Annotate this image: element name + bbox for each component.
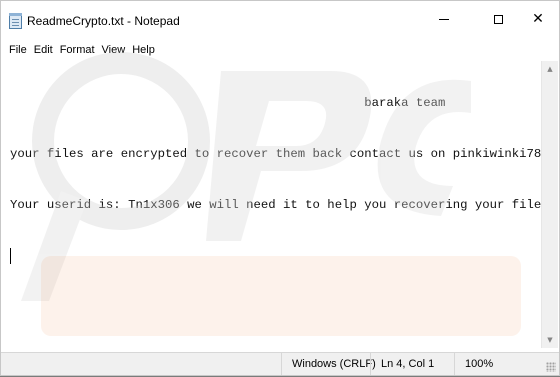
- menu-bar: File Edit Format View Help: [1, 39, 559, 61]
- text-editor-area[interactable]: baraka team your files are encrypted to …: [2, 61, 542, 348]
- menu-edit[interactable]: Edit: [31, 44, 56, 56]
- minimize-icon: [439, 18, 449, 20]
- status-blank: [1, 353, 281, 375]
- menu-help[interactable]: Help: [129, 44, 158, 56]
- window-title: ReadmeCrypto.txt - Notepad: [27, 14, 180, 28]
- editor-line-current: [10, 248, 542, 265]
- status-bar: Windows (CRLF) Ln 4, Col 1 100%: [1, 352, 559, 375]
- editor-line: baraka team: [10, 96, 446, 110]
- menu-format[interactable]: Format: [57, 44, 98, 56]
- status-zoom: 100%: [454, 353, 541, 375]
- text-caret: [10, 248, 11, 264]
- editor-line: Your userid is: Tn1x306 we will need it …: [10, 198, 542, 212]
- status-line-ending: Windows (CRLF): [281, 353, 376, 375]
- title-bar[interactable]: ReadmeCrypto.txt - Notepad ✕: [1, 1, 559, 39]
- notepad-window: ReadmeCrypto.txt - Notepad ✕ File Edit F…: [0, 0, 560, 376]
- scroll-down-icon[interactable]: ▼: [542, 332, 558, 348]
- scroll-up-icon[interactable]: ▲: [542, 61, 558, 77]
- status-cursor-position: Ln 4, Col 1: [370, 353, 454, 375]
- minimize-button[interactable]: [421, 1, 467, 37]
- menu-file[interactable]: File: [6, 44, 30, 56]
- close-icon: ✕: [532, 11, 544, 27]
- resize-grip-icon[interactable]: [546, 362, 556, 372]
- notepad-icon: [9, 13, 22, 29]
- menu-view[interactable]: View: [99, 44, 129, 56]
- vertical-scrollbar[interactable]: ▲ ▼: [541, 61, 558, 348]
- close-button[interactable]: ✕: [515, 1, 560, 37]
- maximize-icon: [493, 14, 503, 24]
- editor-line: your files are encrypted to recover them…: [10, 147, 542, 161]
- editor-text: baraka team your files are encrypted to …: [10, 61, 542, 299]
